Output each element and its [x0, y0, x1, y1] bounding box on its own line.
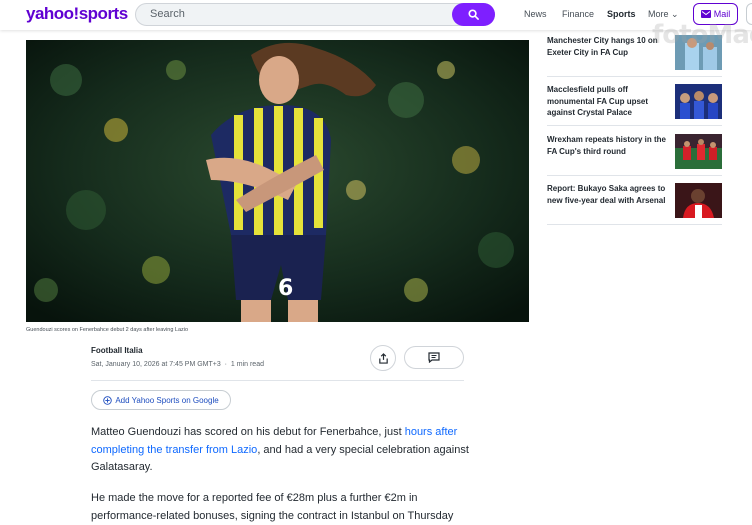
article-hero-image: 6 — [26, 40, 529, 322]
svg-text:6: 6 — [278, 276, 293, 301]
google-button-label: Add Yahoo Sports on Google — [115, 395, 219, 405]
article-paragraph-2: He made the move for a reported fee of €… — [91, 492, 454, 522]
wrexham-thumb[interactable] — [675, 134, 722, 169]
sidebar-divider — [547, 175, 722, 176]
p1-text-start: Matteo Guendouzi has scored on his debut… — [91, 426, 405, 438]
author-divider — [91, 380, 464, 381]
read-time: 1 min read — [230, 361, 264, 368]
plus-circle-icon — [103, 395, 113, 405]
search-bar[interactable]: Search — [135, 3, 495, 26]
sidebar-divider — [547, 125, 722, 126]
chevron-down-icon: ⌄ — [671, 9, 679, 19]
story-title[interactable]: Wrexham repeats history in the FA Cup's … — [547, 134, 667, 157]
story-title[interactable]: Report: Bukayo Saka agrees to new five-y… — [547, 183, 667, 206]
nav-sports[interactable]: Sports — [607, 9, 636, 19]
publish-date: Sat, January 10, 2026 at 7:45 PM GMT+3 — [91, 361, 221, 368]
nav-more[interactable]: More ⌄ — [648, 9, 679, 20]
watermark-logo: fotoMaç — [652, 20, 752, 50]
search-icon — [468, 9, 479, 20]
mail-icon — [700, 10, 711, 18]
nav-more-label: More — [648, 9, 669, 19]
article-meta: Sat, January 10, 2026 at 7:45 PM GMT+3 ·… — [91, 361, 264, 368]
story-title[interactable]: Manchester City hangs 10 on Exeter City … — [547, 35, 667, 58]
add-yahoo-on-google-button[interactable]: Add Yahoo Sports on Google — [91, 390, 231, 410]
share-icon — [378, 352, 388, 364]
nav-news[interactable]: News — [524, 9, 547, 19]
article-paragraph-1: Matteo Guendouzi has scored on his debut… — [91, 424, 471, 477]
search-button[interactable] — [452, 3, 495, 26]
sidebar-divider — [547, 76, 722, 77]
yahoo-sports-logo[interactable]: yahoo!sports — [26, 4, 128, 24]
image-caption: Guendouzi scores on Fenerbahce debut 2 d… — [26, 327, 189, 333]
top-header: yahoo!sports Search News Finance Sports … — [0, 0, 752, 30]
macclesfield-thumb[interactable] — [675, 84, 722, 119]
saka-thumb[interactable] — [675, 183, 722, 218]
sidebar-divider — [547, 224, 722, 225]
story-title[interactable]: Macclesfield pulls off monumental FA Cup… — [547, 84, 667, 119]
mail-label: Mail — [713, 9, 731, 19]
share-button[interactable] — [370, 345, 396, 371]
comment-icon — [428, 352, 440, 363]
comment-button[interactable] — [404, 346, 464, 369]
search-input[interactable]: Search — [150, 8, 185, 20]
author-name[interactable]: Football Italia — [91, 346, 143, 355]
nav-finance[interactable]: Finance — [562, 9, 594, 19]
meta-separator: · — [224, 361, 228, 368]
